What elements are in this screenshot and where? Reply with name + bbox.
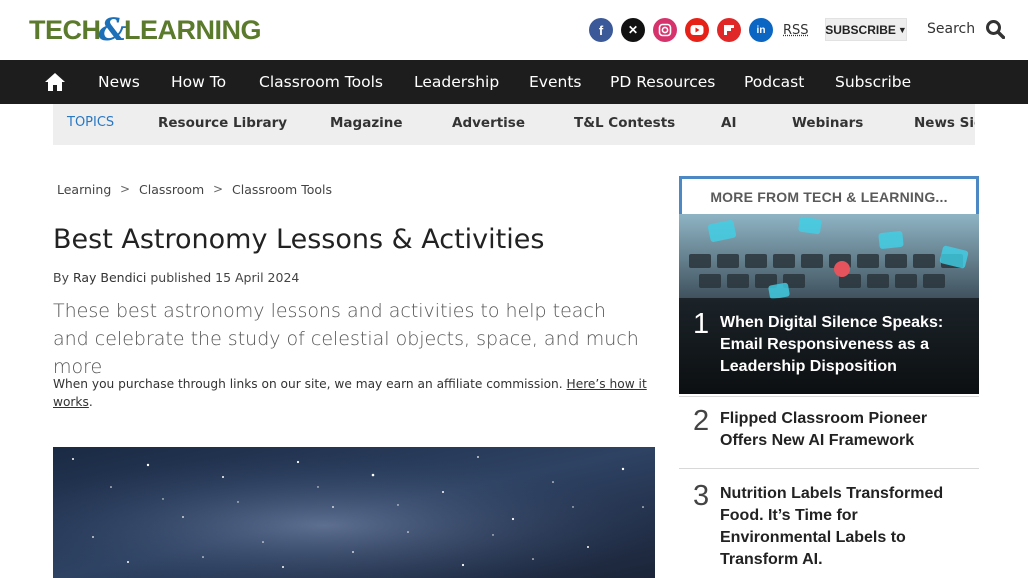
- logo-text-tech: TECH: [29, 14, 101, 45]
- breadcrumb-classroom-tools[interactable]: Classroom Tools: [232, 182, 332, 197]
- nav-how-to[interactable]: How To: [171, 73, 226, 91]
- search-button[interactable]: Search: [927, 19, 1006, 39]
- sidebar-item-number: 3: [693, 480, 710, 512]
- x-icon[interactable]: ✕: [621, 18, 645, 42]
- topic-news-signup[interactable]: News Sig: [914, 115, 975, 131]
- nav-events[interactable]: Events: [529, 73, 581, 91]
- topic-webinars[interactable]: Webinars: [792, 115, 863, 131]
- logo-text-learning: LEARNING: [124, 14, 262, 45]
- main-navigation: News How To Classroom Tools Leadership E…: [0, 60, 1028, 104]
- instagram-icon[interactable]: [653, 18, 677, 42]
- sidebar-divider: [679, 396, 979, 397]
- article-standfirst: These best astronomy lessons and activit…: [53, 300, 639, 378]
- flipboard-icon[interactable]: [717, 18, 741, 42]
- subscribe-dropdown[interactable]: SUBSCRIBE ▼: [825, 18, 907, 41]
- sidebar-item-title: When Digital Silence Speaks: Email Respo…: [720, 314, 944, 375]
- nav-leadership[interactable]: Leadership: [414, 73, 499, 91]
- youtube-icon[interactable]: [685, 18, 709, 42]
- social-links: f ✕ in RSS: [589, 18, 809, 42]
- breadcrumb-learning[interactable]: Learning: [57, 182, 111, 197]
- breadcrumb-separator: >: [213, 182, 224, 196]
- publish-date: published 15 April 2024: [150, 270, 300, 285]
- topic-tl-contests[interactable]: T&L Contests: [574, 115, 675, 131]
- affiliate-period: .: [88, 395, 93, 409]
- topic-magazine[interactable]: Magazine: [330, 115, 403, 131]
- article-byline: By Ray Bendici published 15 April 2024: [53, 270, 299, 285]
- sidebar-item-title: Flipped Classroom Pioneer Offers New AI …: [720, 410, 928, 449]
- topic-advertise[interactable]: Advertise: [452, 115, 525, 131]
- facebook-icon[interactable]: f: [589, 18, 613, 42]
- search-label: Search: [927, 21, 976, 37]
- nav-podcast[interactable]: Podcast: [744, 73, 804, 91]
- nav-pd-resources[interactable]: PD Resources: [610, 73, 715, 91]
- logo-ampersand: &: [98, 12, 127, 48]
- sidebar-item-number: 1: [693, 308, 710, 340]
- sidebar-heading: MORE FROM TECH & LEARNING...: [679, 176, 979, 214]
- search-icon: [986, 20, 1006, 39]
- author-link[interactable]: Ray Bendici: [73, 270, 146, 285]
- rss-link[interactable]: RSS: [783, 23, 809, 38]
- breadcrumb-separator: >: [120, 182, 131, 196]
- topics-bar: TOPICS Resource Library Magazine Adverti…: [53, 104, 975, 145]
- sidebar-item-number: 2: [693, 405, 710, 437]
- caret-down-icon: ▼: [897, 24, 907, 35]
- topic-ai[interactable]: AI: [721, 115, 736, 131]
- byline-by: By: [53, 270, 69, 285]
- topics-label: TOPICS: [67, 115, 115, 130]
- subscribe-label: SUBSCRIBE: [825, 22, 896, 37]
- linkedin-icon[interactable]: in: [749, 18, 773, 42]
- affiliate-disclaimer: When you purchase through links on our s…: [53, 375, 653, 411]
- breadcrumb-classroom[interactable]: Classroom: [139, 182, 204, 197]
- nav-classroom-tools[interactable]: Classroom Tools: [259, 73, 383, 91]
- sidebar-divider: [679, 468, 979, 469]
- topic-resource-library[interactable]: Resource Library: [158, 115, 287, 131]
- sidebar-item-title: Nutrition Labels Transformed Food. It’s …: [720, 485, 944, 568]
- article-title: Best Astronomy Lessons & Activities: [53, 224, 545, 255]
- site-header: TECH & LEARNING f ✕ in RSS SUBSCRIBE ▼ S…: [0, 0, 1028, 60]
- affiliate-text: When you purchase through links on our s…: [53, 377, 563, 391]
- nav-news[interactable]: News: [98, 73, 140, 91]
- hero-image-night-sky: [53, 447, 655, 578]
- home-icon[interactable]: [44, 71, 66, 93]
- nav-subscribe[interactable]: Subscribe: [835, 73, 911, 91]
- site-logo[interactable]: TECH & LEARNING: [29, 12, 262, 48]
